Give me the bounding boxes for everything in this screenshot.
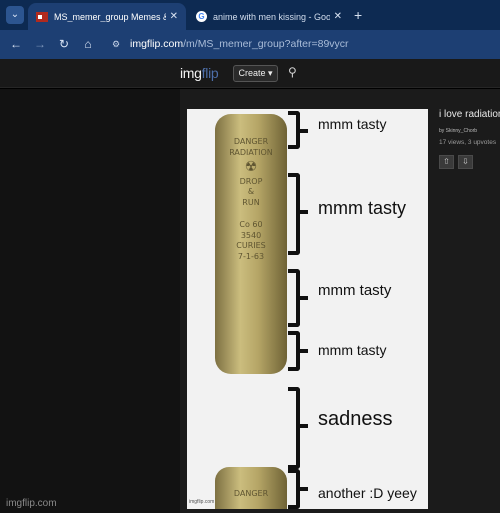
url-path: /m/MS_memer_group?after=89vycr xyxy=(183,38,349,50)
address-bar[interactable]: imgflip.com/m/MS_memer_group?after=89vyc… xyxy=(130,38,349,50)
chevron-down-icon: ⌄ xyxy=(10,9,20,20)
canister-label-2: DANGER xyxy=(233,489,269,498)
meme-label-6: another :D yeey xyxy=(318,485,417,501)
radiation-symbol-icon: ☢ xyxy=(244,159,258,175)
meme-image[interactable]: DANGER RADIATION ☢ DROP & RUN Co 60 3540… xyxy=(187,109,428,509)
create-button[interactable]: Create ▾ xyxy=(233,65,278,82)
downvote-button[interactable]: ⇩ xyxy=(458,155,473,169)
brace-1 xyxy=(288,111,308,149)
site-header: imgflip Create ▾ ⚲ xyxy=(0,59,500,88)
home-icon[interactable]: ⌂ xyxy=(80,36,96,52)
upvote-arrow-icon: ⇧ xyxy=(443,157,450,166)
close-tab-icon[interactable]: ✕ xyxy=(334,11,342,22)
post-stats: 17 views, 3 upvotes xyxy=(439,139,497,146)
meme-label-2: mmm tasty xyxy=(318,198,406,218)
brace-4 xyxy=(288,331,308,371)
tab-title: MS_memer_group Memes & GIFs xyxy=(54,11,166,22)
close-tab-icon[interactable]: ✕ xyxy=(170,11,178,22)
imgflip-favicon-icon xyxy=(36,11,48,22)
search-icon[interactable]: ⚲ xyxy=(288,65,302,79)
left-column xyxy=(0,89,180,513)
tab-search-button[interactable]: ⌄ xyxy=(6,6,24,24)
browser-toolbar: ← → ↻ ⌂ ⚙ imgflip.com/m/MS_memer_group?a… xyxy=(0,30,500,59)
imgflip-logo[interactable]: imgflip xyxy=(180,65,219,81)
google-favicon-icon: G xyxy=(196,11,207,22)
meme-label-4: mmm tasty xyxy=(318,342,387,358)
brace-3 xyxy=(288,269,308,327)
browser-tab-strip: ⌄ MS_memer_group Memes & GIFs ✕ G anime … xyxy=(0,0,500,30)
meme-label-1: mmm tasty xyxy=(318,116,387,132)
meme-label-5: sadness xyxy=(318,408,393,430)
tab-title: anime with men kissing - Google Search xyxy=(213,11,330,22)
brace-5 xyxy=(288,387,308,469)
forward-arrow-icon[interactable]: → xyxy=(32,36,48,52)
post-author-line: by Skinny_Chorb xyxy=(439,128,477,134)
post-author-link[interactable]: Skinny_Chorb xyxy=(446,128,477,134)
footer-site-name: imgflip.com xyxy=(6,498,57,509)
by-prefix: by xyxy=(439,128,445,134)
new-tab-button[interactable]: + xyxy=(354,7,362,23)
downvote-arrow-icon: ⇩ xyxy=(462,157,469,166)
url-host: imgflip.com xyxy=(130,38,184,50)
logo-img-text: img xyxy=(180,65,202,81)
meme-label-3: mmm tasty xyxy=(318,282,392,299)
meme-watermark: imgflip.com xyxy=(189,499,215,505)
tab-google-search[interactable]: G anime with men kissing - Google Search… xyxy=(188,3,350,30)
brace-2 xyxy=(288,173,308,255)
post-title[interactable]: i love radiation xyxy=(439,109,500,120)
site-info-icon[interactable]: ⚙ xyxy=(112,38,124,50)
logo-flip-text: flip xyxy=(201,65,219,81)
upvote-button[interactable]: ⇧ xyxy=(439,155,454,169)
canister-label: DANGER RADIATION ☢ DROP & RUN Co 60 3540… xyxy=(217,137,285,262)
tab-imgflip[interactable]: MS_memer_group Memes & GIFs ✕ xyxy=(28,3,186,30)
reload-icon[interactable]: ↻ xyxy=(56,36,72,52)
back-arrow-icon[interactable]: ← xyxy=(8,36,24,52)
brace-6 xyxy=(288,469,308,509)
